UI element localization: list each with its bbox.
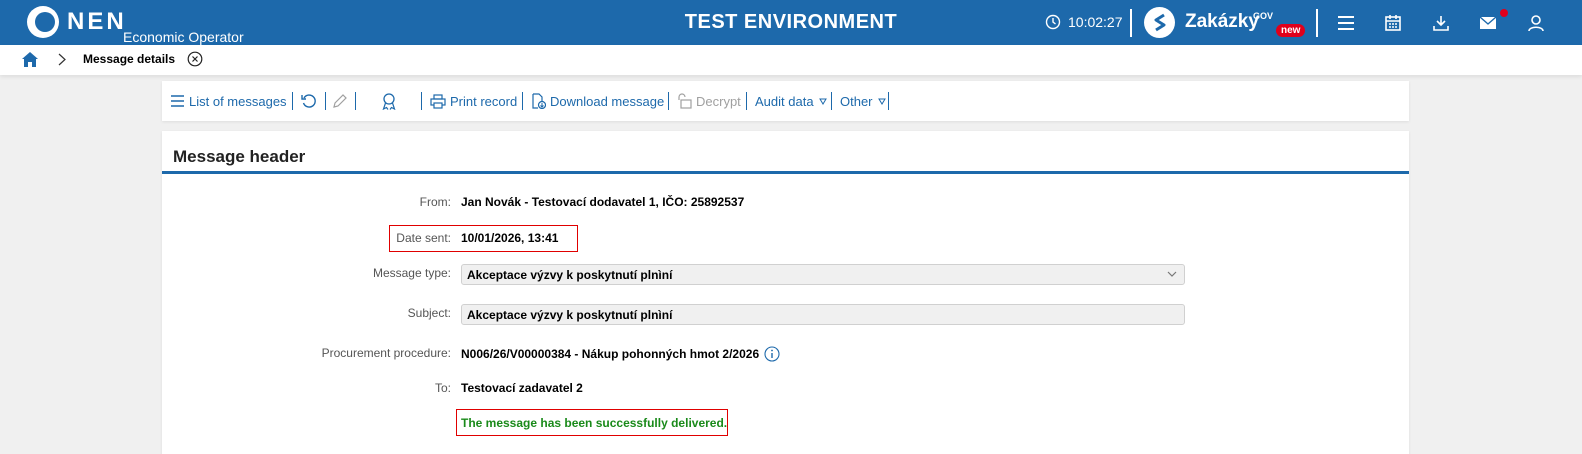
logo-text: NEN [67, 8, 127, 35]
clock-icon [1045, 14, 1061, 30]
portal-name: Zakázky [1185, 10, 1259, 32]
download-label: Download message [550, 93, 665, 109]
toolbar-divider [668, 92, 669, 110]
list-of-messages-button[interactable]: List of messages [170, 92, 287, 110]
user-icon[interactable] [1525, 12, 1547, 34]
message-header-card: Message header From: Jan Novák - Testova… [162, 131, 1409, 454]
to-label: To: [434, 381, 451, 395]
clock-time: 10:02:27 [1068, 14, 1123, 30]
session-clock: 10:02:27 [1045, 14, 1123, 30]
toolbar-divider [831, 92, 832, 110]
logo-subtitle: Economic Operator [123, 29, 244, 45]
info-icon[interactable] [764, 346, 780, 362]
toolbar-divider [746, 92, 747, 110]
printer-icon [430, 93, 446, 109]
home-icon[interactable] [21, 51, 39, 73]
nen-logo-icon [27, 6, 59, 38]
chevron-down-icon [1167, 271, 1177, 277]
nen-logo[interactable]: NEN Economic Operator [27, 6, 244, 45]
pencil-icon [333, 94, 347, 108]
toolbar-divider [325, 92, 326, 110]
new-badge: new [1276, 24, 1306, 37]
certificate-button[interactable] [381, 92, 401, 110]
award-icon [382, 92, 396, 110]
edit-button[interactable] [332, 92, 352, 110]
close-circle-icon[interactable] [187, 51, 203, 72]
toolbar-divider [522, 92, 523, 110]
breadcrumb-current: Message details [83, 52, 176, 66]
other-dropdown[interactable]: Other [840, 92, 890, 110]
lock-icon [678, 93, 692, 109]
subject-label: Subject: [407, 306, 451, 320]
message-type-select[interactable]: Akceptace výzvy k poskytnutí plnìní [461, 264, 1185, 285]
subject-field[interactable]: Akceptace výzvy k poskytnutí plnìní [461, 304, 1185, 325]
list-label: List of messages [189, 93, 287, 109]
to-value: Testovací zadavatel 2 [461, 381, 583, 395]
toolbar-divider [355, 92, 356, 110]
print-label: Print record [450, 93, 518, 109]
toolbar-divider [421, 92, 422, 110]
refresh-icon [301, 94, 316, 108]
caret-down-icon [818, 98, 827, 105]
date-sent-label: Date sent: [396, 231, 451, 245]
audit-label: Audit data [755, 93, 814, 109]
from-label: From: [419, 195, 451, 209]
list-icon [171, 95, 184, 107]
notification-dot [1500, 9, 1508, 17]
refresh-button[interactable] [301, 92, 321, 110]
top-bar: NEN Economic Operator TEST ENVIRONMENT 1… [0, 0, 1582, 45]
toolbar-divider [292, 92, 293, 110]
download-icon[interactable] [1430, 12, 1452, 34]
portal-sup: GOV [1253, 11, 1274, 21]
decrypt-button[interactable]: Decrypt [676, 92, 741, 110]
delivery-status: The message has been successfully delive… [461, 416, 728, 430]
action-toolbar: List of messages Print record Download m… [162, 81, 1409, 121]
decrypt-label: Decrypt [696, 93, 741, 109]
procedure-label: Procurement procedure: [321, 346, 451, 360]
audit-data-dropdown[interactable]: Audit data [755, 92, 831, 110]
zakazky-logo-icon [1144, 7, 1175, 38]
date-sent-value: 10/01/2026, 13:41 [461, 231, 559, 245]
other-label: Other [840, 93, 873, 109]
mail-icon[interactable] [1477, 12, 1499, 34]
zakazky-gov-link[interactable]: Zakázky [1144, 7, 1259, 38]
divider [1316, 9, 1318, 37]
from-value: Jan Novák - Testovací dodavatel 1, IČO: … [461, 195, 745, 209]
message-type-value: Akceptace výzvy k poskytnutí plnìní [467, 268, 673, 282]
download-message-button[interactable]: Download message [530, 92, 664, 110]
print-record-button[interactable]: Print record [430, 92, 517, 110]
subject-value: Akceptace výzvy k poskytnutí plnìní [467, 308, 673, 322]
message-type-label: Message type: [372, 266, 451, 280]
calendar-icon[interactable] [1382, 12, 1404, 34]
download-doc-icon [532, 93, 546, 109]
title-underline [162, 171, 1409, 174]
toolbar-divider [888, 92, 889, 110]
caret-down-icon [877, 98, 886, 105]
procedure-value-row: N006/26/V00000384 - Nákup pohonných hmot… [461, 346, 780, 362]
breadcrumb: Message details [0, 45, 1582, 75]
section-title: Message header [173, 147, 306, 166]
divider [1130, 9, 1132, 37]
procedure-link[interactable]: N006/26/V00000384 - Nákup pohonných hmot… [461, 347, 759, 361]
chevron-right-icon [58, 53, 66, 71]
menu-icon[interactable] [1335, 12, 1357, 34]
